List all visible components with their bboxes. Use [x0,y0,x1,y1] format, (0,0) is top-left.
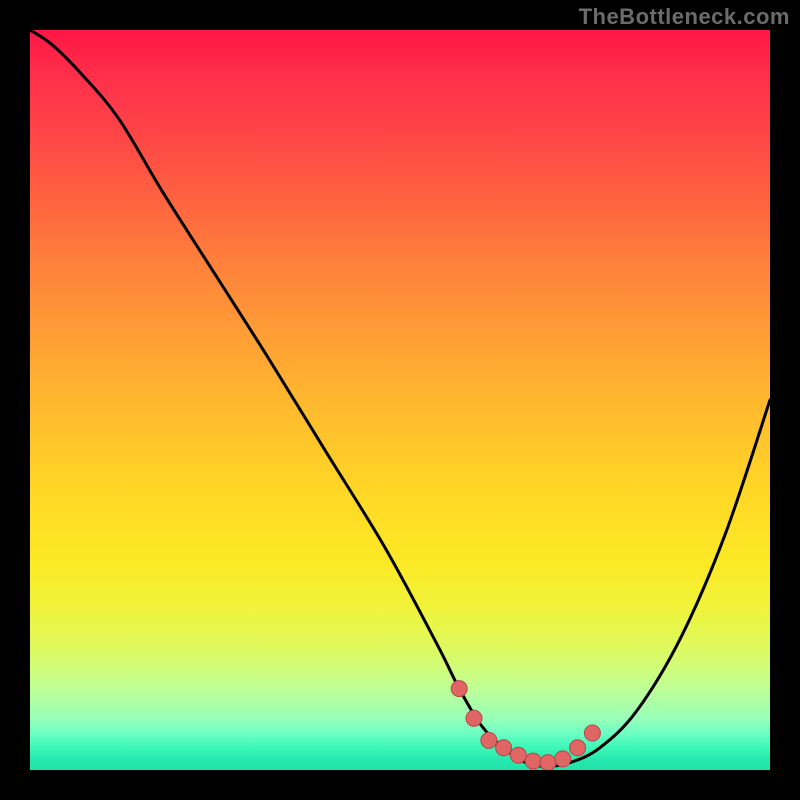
chart-svg [30,30,770,770]
chart-frame: TheBottleneck.com [0,0,800,800]
curve-marker [496,740,512,756]
curve-marker [570,740,586,756]
curve-marker [525,753,541,769]
curve-marker [510,747,526,763]
curve-marker [466,710,482,726]
curve-marker [584,725,600,741]
curve-marker [555,751,571,767]
bottleneck-curve [30,30,770,766]
curve-marker [481,732,497,748]
curve-markers [451,681,600,770]
watermark-text: TheBottleneck.com [579,4,790,30]
curve-marker [451,681,467,697]
curve-marker [540,755,556,770]
plot-area [30,30,770,770]
